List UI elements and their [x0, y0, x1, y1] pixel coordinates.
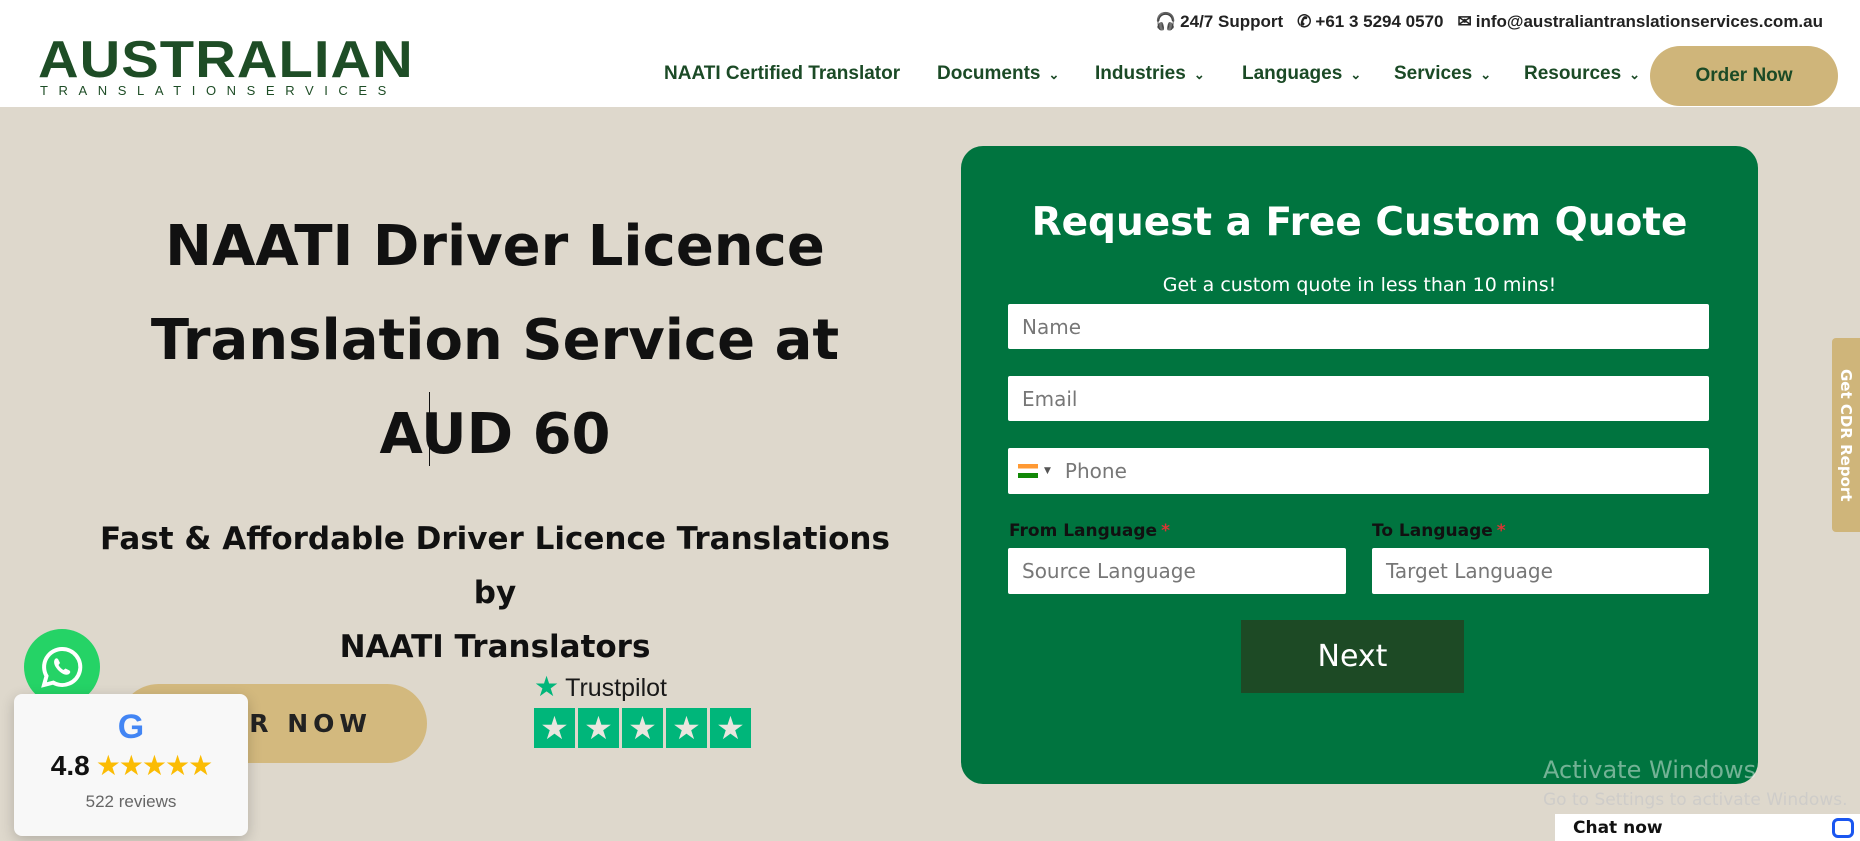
nav-services[interactable]: Services ⌄ [1394, 63, 1491, 85]
chevron-down-icon: ⌄ [1350, 67, 1362, 82]
order-now-button[interactable]: Order Now [1650, 46, 1838, 106]
source-language-input[interactable]: Source Language [1008, 548, 1346, 594]
star-icon: ★ [578, 708, 619, 748]
caret-down-icon: ▼ [1044, 466, 1051, 476]
nav-documents[interactable]: Documents ⌄ [937, 63, 1059, 85]
star-icon: ★ [710, 708, 751, 748]
get-cdr-report-tab[interactable]: Get CDR Report [1832, 338, 1860, 532]
chevron-down-icon: ⌄ [1629, 67, 1641, 82]
hero-title: NAATI Driver Licence Translation Service… [150, 214, 840, 467]
rating-stars: ★★★★★ [95, 749, 214, 782]
site-header: AUSTRALIAN TRANSLATIONSERVICES 🎧 24/7 Sup… [0, 0, 1860, 107]
target-language-input[interactable]: Target Language [1372, 548, 1709, 594]
phone-input[interactable]: ▼ Phone [1008, 448, 1709, 494]
google-reviews-card[interactable]: G 4.8 ★★★★★ 522 reviews [14, 694, 248, 836]
name-input[interactable]: Name [1008, 304, 1709, 349]
top-contact-bar: 🎧 24/7 Support ✆ +61 3 5294 0570 ✉ info@aus… [1155, 12, 1823, 32]
chevron-down-icon: ⌄ [1480, 67, 1492, 82]
review-count: 522 reviews [85, 792, 177, 811]
form-subtitle: Get a custom quote in less than 10 mins! [1162, 274, 1557, 296]
trustpilot-rating: ★ ★ ★ ★ ★ [534, 708, 751, 748]
support-link[interactable]: 🎧 24/7 Support [1155, 12, 1283, 32]
email-input[interactable]: Email [1008, 376, 1709, 421]
envelope-icon: ✉ [1457, 12, 1472, 31]
google-rating: 4.8 [50, 749, 90, 781]
chevron-down-icon: ⌄ [1193, 67, 1205, 82]
chat-widget[interactable]: Chat now [1555, 814, 1860, 841]
logo[interactable]: AUSTRALIAN [38, 34, 414, 86]
to-language-label: To Language * [1372, 521, 1506, 541]
trustpilot-logo[interactable]: ★ Trustpilot [534, 670, 667, 703]
country-selector[interactable]: ▼ [1018, 464, 1051, 478]
nav-languages[interactable]: Languages ⌄ [1242, 63, 1361, 85]
phone-link[interactable]: ✆ +61 3 5294 0570 [1297, 12, 1443, 32]
phone-icon: ✆ [1297, 12, 1312, 31]
activate-windows-watermark: Activate Windows [1543, 756, 1757, 784]
google-icon: G [117, 708, 145, 746]
text-cursor [429, 392, 430, 466]
headset-icon: 🎧 [1155, 12, 1177, 31]
next-button[interactable]: Next [1241, 620, 1464, 693]
chat-bubble-icon [1832, 818, 1854, 838]
star-icon: ★ [622, 708, 663, 748]
hero-subtitle: Fast & Affordable Driver Licence Transla… [100, 521, 890, 665]
nav-resources[interactable]: Resources ⌄ [1524, 63, 1640, 85]
logo-tagline: TRANSLATIONSERVICES [40, 83, 397, 98]
india-flag-icon [1018, 464, 1038, 478]
from-language-label: From Language * [1009, 521, 1170, 541]
activate-windows-hint: Go to Settings to activate Windows. [1543, 790, 1848, 810]
form-title: Request a Free Custom Quote [1031, 200, 1688, 245]
whatsapp-icon [41, 646, 83, 688]
star-icon: ★ [666, 708, 707, 748]
nav-industries[interactable]: Industries ⌄ [1095, 63, 1205, 85]
nav-naati-certified-translator[interactable]: NAATI Certified Translator [664, 63, 900, 85]
trustpilot-star-icon: ★ [534, 671, 560, 702]
star-icon: ★ [534, 708, 575, 748]
email-link[interactable]: ✉ info@australiantranslationservices.com.… [1458, 12, 1824, 32]
chevron-down-icon: ⌄ [1048, 67, 1060, 82]
